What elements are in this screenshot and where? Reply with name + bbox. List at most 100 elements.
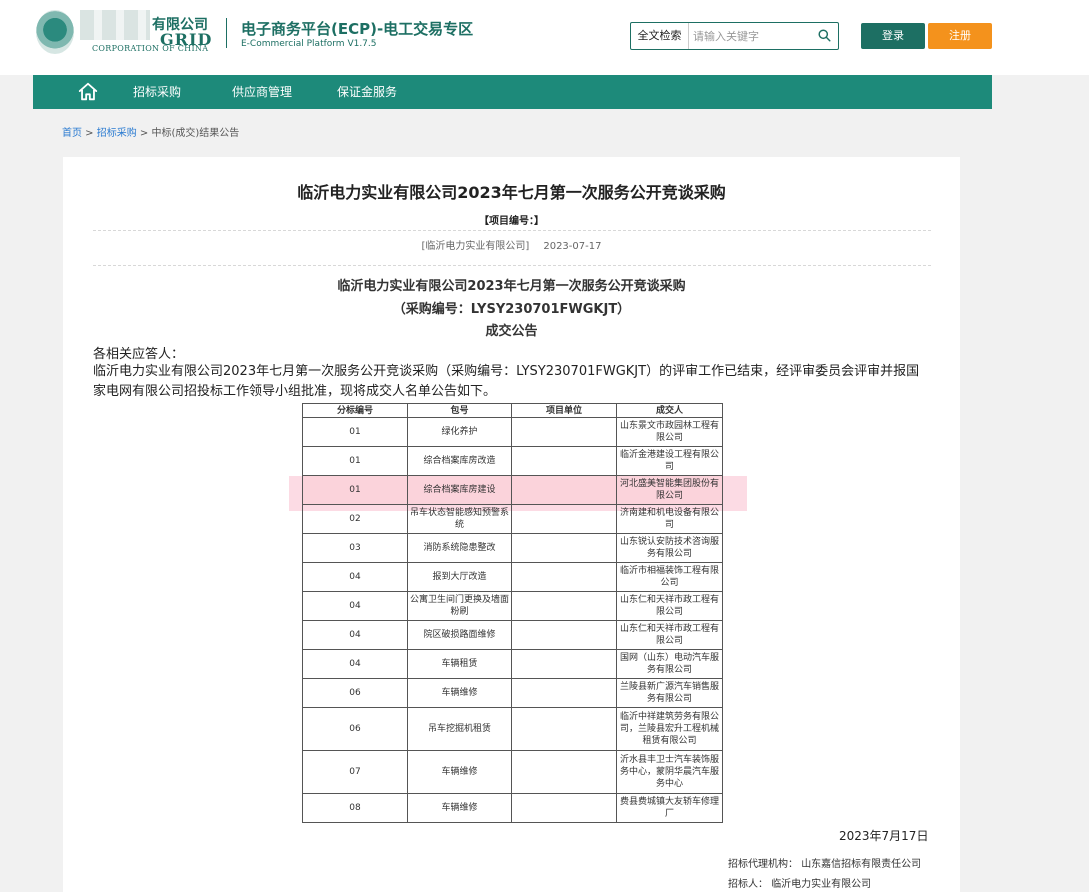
lot-cell: 01 bbox=[302, 475, 408, 505]
search-icon[interactable] bbox=[818, 29, 831, 42]
winner-cell: 济南建和机电设备有限公司 bbox=[616, 504, 723, 534]
lot-cell: 08 bbox=[302, 793, 408, 823]
divider bbox=[93, 230, 931, 231]
table-row: 06 吊车挖掘机租赁 临沂中祥建筑劳务有限公司，兰陵县宏升工程机械租赁有限公司 bbox=[302, 707, 723, 751]
article-date: 2023-07-17 bbox=[543, 241, 602, 252]
tenderer-label: 招标人： bbox=[728, 879, 768, 890]
lot-cell: 01 bbox=[302, 417, 408, 447]
unit-cell bbox=[511, 793, 617, 823]
agency-name: 山东嘉信招标有限责任公司 bbox=[801, 859, 922, 870]
winner-cell: 临沂市相福装饰工程有限公司 bbox=[616, 562, 723, 592]
login-button[interactable]: 登录 bbox=[861, 23, 925, 49]
lot-cell: 04 bbox=[302, 591, 408, 621]
table-row: 01 综合档案库房改造 临沂金港建设工程有限公司 bbox=[302, 446, 723, 476]
unit-cell bbox=[511, 707, 617, 751]
unit-cell bbox=[511, 750, 617, 794]
divider bbox=[93, 265, 931, 266]
tenderer-name: 临沂电力实业有限公司 bbox=[771, 879, 872, 890]
search-box: 全文检索 bbox=[630, 22, 839, 50]
main-nav: 招标采购 供应商管理 保证金服务 bbox=[33, 75, 992, 109]
table-row: 08 车辆维修 费县费城镇大友轿车修理厂 bbox=[302, 793, 723, 823]
unit-cell bbox=[511, 475, 617, 505]
platform-version: E-Commercial Platform V1.7.5 bbox=[241, 39, 377, 49]
home-icon[interactable] bbox=[77, 81, 99, 103]
lot-cell: 07 bbox=[302, 750, 408, 794]
notice-type: 成交公告 bbox=[485, 324, 538, 339]
winner-cell: 临沂金港建设工程有限公司 bbox=[616, 446, 723, 476]
breadcrumb-home[interactable]: 首页 bbox=[62, 128, 82, 139]
winner-cell: 兰陵县新广源汽车销售服务有限公司 bbox=[616, 678, 723, 708]
article-publisher: [临沂电力实业有限公司] bbox=[421, 241, 530, 252]
lot-cell: 04 bbox=[302, 649, 408, 679]
table-row: 04 院区破损路面维修 山东仁和天祥市政工程有限公司 bbox=[302, 620, 723, 650]
greeting: 各相关应答人： bbox=[93, 347, 185, 362]
article-meta: [临沂电力实业有限公司] 2023-07-17 bbox=[63, 237, 960, 252]
nav-item-deposit[interactable]: 保证金服务 bbox=[337, 75, 397, 109]
breadcrumb-bidding[interactable]: 招标采购 bbox=[97, 128, 137, 139]
notice-body: 临沂电力实业有限公司2023年七月第一次服务公开竞谈采购（采购编号：LYSY23… bbox=[93, 364, 920, 399]
unit-cell bbox=[511, 533, 617, 563]
package-cell: 吊车状态智能感知预警系统 bbox=[407, 504, 512, 534]
nav-item-bidding[interactable]: 招标采购 bbox=[133, 75, 181, 109]
table-row: 07 车辆维修 沂水县丰卫士汽车装饰服务中心，蒙阴华晨汽车服务中心 bbox=[302, 750, 723, 794]
package-cell: 公寓卫生间门更换及墙面粉刷 bbox=[407, 591, 512, 621]
column-header: 分标编号 bbox=[302, 403, 408, 418]
winner-cell: 山东仁和天祥市政工程有限公司 bbox=[616, 620, 723, 650]
bidding-agency: 招标代理机构： 山东嘉信招标有限责任公司 bbox=[728, 855, 921, 870]
package-cell: 吊车挖掘机租赁 bbox=[407, 707, 512, 751]
table-row: 03 消防系统隐患整改 山东锐认安防技术咨询服务有限公司 bbox=[302, 533, 723, 563]
winner-cell: 山东仁和天祥市政工程有限公司 bbox=[616, 591, 723, 621]
table-row: 04 报到大厅改造 临沂市相福装饰工程有限公司 bbox=[302, 562, 723, 592]
table-row: 04 车辆租赁 国网（山东）电动汽车服务有限公司 bbox=[302, 649, 723, 679]
article-title: 临沂电力实业有限公司2023年七月第一次服务公开竞谈采购 bbox=[297, 183, 726, 202]
unit-cell bbox=[511, 446, 617, 476]
table-row: 01 绿化养护 山东景文市政园林工程有限公司 bbox=[302, 417, 723, 447]
package-cell: 综合档案库房建设 bbox=[407, 475, 512, 505]
lot-cell: 02 bbox=[302, 504, 408, 534]
logo-corp-text: CORPORATION OF CHINA bbox=[92, 44, 209, 53]
column-header: 包号 bbox=[407, 403, 512, 418]
package-cell: 绿化养护 bbox=[407, 417, 512, 447]
breadcrumb-separator: > bbox=[136, 128, 152, 139]
site-header: 有限公司 GRID CORPORATION OF CHINA 电子商务平台(EC… bbox=[0, 0, 1089, 75]
search-type-select[interactable]: 全文检索 bbox=[631, 23, 689, 49]
table-row-highlighted: 01 综合档案库房建设 河北盛美智能集团股份有限公司 bbox=[302, 475, 723, 505]
package-cell: 车辆维修 bbox=[407, 750, 512, 794]
package-cell: 院区破损路面维修 bbox=[407, 620, 512, 650]
lot-cell: 04 bbox=[302, 562, 408, 592]
nav-item-supplier[interactable]: 供应商管理 bbox=[232, 75, 292, 109]
winner-cell: 河北盛美智能集团股份有限公司 bbox=[616, 475, 723, 505]
lot-cell: 06 bbox=[302, 678, 408, 708]
package-cell: 报到大厅改造 bbox=[407, 562, 512, 592]
sign-date: 2023年7月17日 bbox=[839, 829, 929, 843]
winner-cell: 费县费城镇大友轿车修理厂 bbox=[616, 793, 723, 823]
register-button[interactable]: 注册 bbox=[928, 23, 992, 49]
unit-cell bbox=[511, 678, 617, 708]
table-row: 02 吊车状态智能感知预警系统 济南建和机电设备有限公司 bbox=[302, 504, 723, 534]
unit-cell bbox=[511, 591, 617, 621]
package-cell: 车辆租赁 bbox=[407, 649, 512, 679]
lot-cell: 06 bbox=[302, 707, 408, 751]
unit-cell bbox=[511, 620, 617, 650]
table-header-row: 分标编号 包号 项目单位 成交人 bbox=[302, 403, 723, 418]
search-input[interactable] bbox=[693, 25, 813, 47]
agency-label: 招标代理机构： bbox=[728, 859, 798, 870]
notice-heading: 临沂电力实业有限公司2023年七月第一次服务公开竞谈采购 bbox=[337, 279, 686, 294]
award-table: 分标编号 包号 项目单位 成交人 01 绿化养护 山东景文市政园林工程有限公司 … bbox=[302, 403, 723, 823]
winner-cell: 临沂中祥建筑劳务有限公司，兰陵县宏升工程机械租赁有限公司 bbox=[616, 707, 723, 751]
lot-cell: 01 bbox=[302, 446, 408, 476]
winner-cell: 山东锐认安防技术咨询服务有限公司 bbox=[616, 533, 723, 563]
winner-cell: 国网（山东）电动汽车服务有限公司 bbox=[616, 649, 723, 679]
project-number: 【项目编号：】 bbox=[479, 216, 544, 227]
table-row: 06 车辆维修 兰陵县新广源汽车销售服务有限公司 bbox=[302, 678, 723, 708]
logo-blurred-text bbox=[80, 10, 150, 40]
tenderer: 招标人： 临沂电力实业有限公司 bbox=[728, 875, 871, 890]
header-divider bbox=[226, 18, 227, 48]
column-header: 成交人 bbox=[616, 403, 723, 418]
procurement-number: （采购编号：LYSY230701FWGKJT） bbox=[392, 302, 631, 317]
package-cell: 车辆维修 bbox=[407, 678, 512, 708]
winner-cell: 沂水县丰卫士汽车装饰服务中心，蒙阴华晨汽车服务中心 bbox=[616, 750, 723, 794]
package-cell: 综合档案库房改造 bbox=[407, 446, 512, 476]
unit-cell bbox=[511, 417, 617, 447]
package-cell: 消防系统隐患整改 bbox=[407, 533, 512, 563]
